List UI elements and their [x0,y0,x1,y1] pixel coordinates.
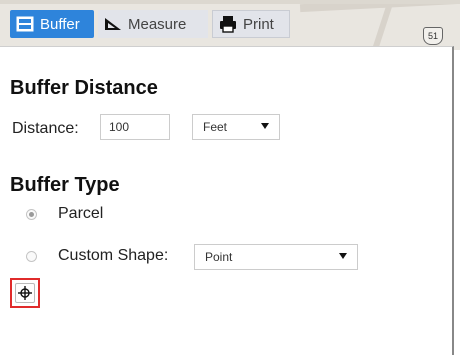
shape-select[interactable]: Point [194,244,358,270]
unit-select[interactable]: Feet [192,114,280,140]
measure-icon [104,15,122,33]
draw-point-button[interactable] [10,278,40,308]
tab-label: Measure [128,15,187,33]
parcel-radio[interactable] [26,209,37,220]
unit-select-value: Feet [203,120,228,134]
tab-label: Buffer [40,15,80,33]
caret-down-icon [339,253,347,259]
buffer-panel: Buffer Distance Distance: Feet Buffer Ty… [0,46,454,355]
parcel-label: Parcel [58,205,104,222]
crosshair-icon [18,286,32,300]
buffer-type-heading: Buffer Type [10,174,120,196]
shape-select-value: Point [205,250,233,264]
distance-label: Distance: [12,120,79,137]
draw-button-frame [15,283,35,303]
caret-down-icon [261,123,269,129]
tab-label: Print [243,15,274,33]
toolbar: Buffer Measure Print [0,0,460,46]
tab-print[interactable]: Print [212,10,290,38]
buffer-icon [16,15,34,33]
custom-shape-label: Custom Shape: [58,247,169,264]
tab-buffer[interactable]: Buffer [10,10,94,38]
custom-shape-radio[interactable] [26,251,37,262]
distance-input[interactable] [100,114,170,140]
tab-measure[interactable]: Measure [98,10,208,38]
print-icon [219,15,237,33]
buffer-distance-heading: Buffer Distance [10,77,158,99]
